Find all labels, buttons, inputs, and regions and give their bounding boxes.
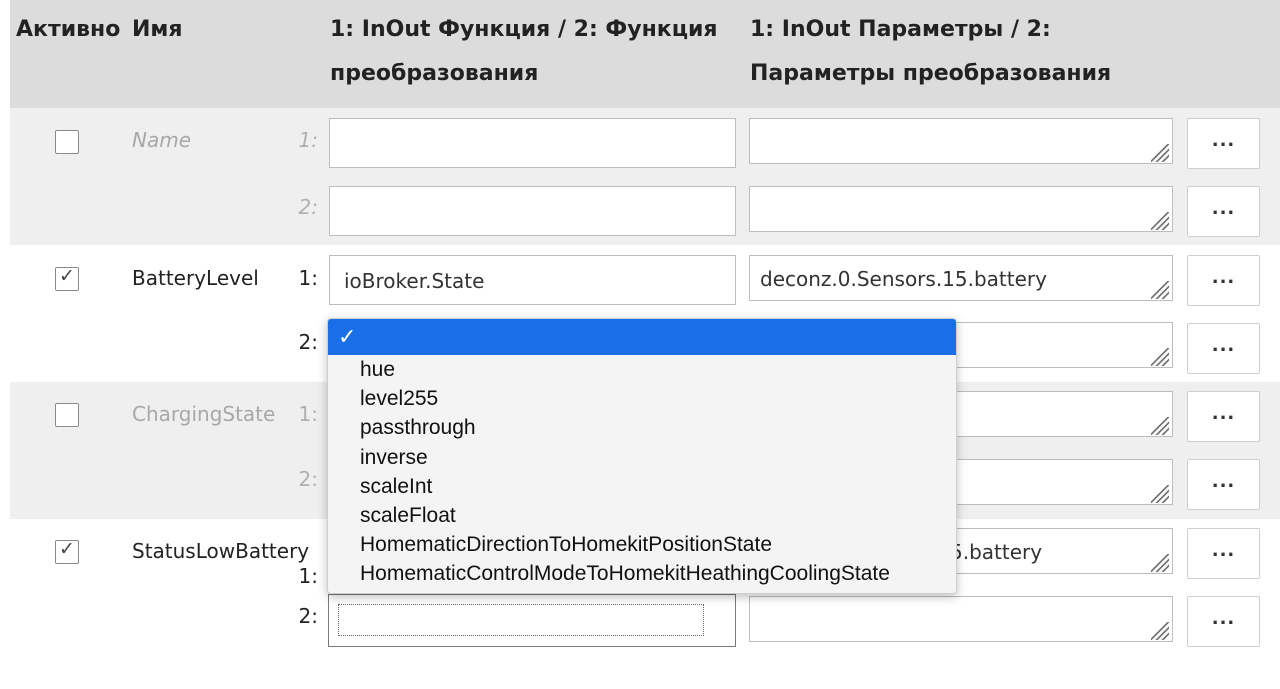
more-button[interactable]: ... (1187, 186, 1260, 237)
more-button[interactable]: ... (1187, 255, 1260, 306)
dropdown-option[interactable]: scaleFloat (328, 501, 956, 530)
more-button[interactable]: ... (1187, 391, 1260, 442)
row-index-2: 2: (298, 195, 318, 219)
function-input-1[interactable] (329, 118, 736, 168)
dropdown-option[interactable]: level255 (328, 384, 956, 413)
focus-ring (338, 604, 704, 636)
params-textarea-2[interactable] (749, 596, 1173, 642)
row-index-2: 2: (298, 604, 318, 628)
resize-grip-icon[interactable] (1151, 485, 1169, 503)
dropdown-option[interactable]: hue (328, 355, 956, 384)
row-name: StatusLowBattery (132, 539, 310, 563)
dropdown-option-empty-selected[interactable]: ✓ (328, 319, 956, 355)
row-name: ChargingState (132, 402, 276, 426)
header-params-line1: 1: InOut Параметры / 2: (750, 17, 1051, 42)
more-button[interactable]: ... (1187, 528, 1260, 579)
active-checkbox[interactable] (55, 538, 79, 564)
resize-grip-icon[interactable] (1151, 348, 1169, 366)
more-button[interactable]: ... (1187, 596, 1260, 647)
header-params-line2: Параметры преобразования (750, 61, 1112, 86)
more-button[interactable]: ... (1187, 323, 1260, 374)
row-name: Name (132, 128, 192, 152)
params-textarea-1[interactable]: deconz.0.Sensors.15.battery (749, 255, 1173, 301)
row-index-1: 1: (298, 128, 318, 152)
resize-grip-icon[interactable] (1151, 622, 1169, 640)
row-index-2: 2: (298, 467, 318, 491)
resize-grip-icon[interactable] (1151, 281, 1169, 299)
function-input-2[interactable] (329, 186, 736, 236)
params-textarea-2[interactable] (749, 186, 1173, 232)
active-checkbox[interactable] (55, 403, 79, 427)
header-function-line1: 1: InOut Функция / 2: Функция (330, 17, 718, 42)
active-checkbox[interactable] (55, 265, 79, 291)
row-index-1: 1: (298, 266, 318, 290)
resize-grip-icon[interactable] (1151, 212, 1169, 230)
dropdown-option[interactable]: scaleInt (328, 472, 956, 501)
active-checkbox[interactable] (55, 130, 79, 154)
function-input-1[interactable]: ioBroker.State (329, 255, 736, 305)
dropdown-option[interactable]: HomematicControlModeToHomekitHeathingCoo… (328, 559, 956, 588)
dropdown-option[interactable]: HomematicDirectionToHomekitPositionState (328, 530, 956, 559)
row-index-2: 2: (298, 330, 318, 354)
more-button[interactable]: ... (1187, 459, 1260, 510)
header-function-line2: преобразования (330, 61, 539, 86)
row-index-1: 1: (298, 402, 318, 426)
function-select-focused[interactable] (328, 594, 736, 647)
row-index-1: 1: (298, 564, 318, 588)
resize-grip-icon[interactable] (1151, 417, 1169, 435)
header-name: Имя (132, 17, 183, 42)
params-textarea-1[interactable] (749, 118, 1173, 164)
header-active: Активно (16, 17, 121, 42)
dropdown-option[interactable]: inverse (328, 443, 956, 472)
more-button[interactable]: ... (1187, 118, 1260, 169)
resize-grip-icon[interactable] (1151, 554, 1169, 572)
row-name: BatteryLevel (132, 266, 259, 290)
resize-grip-icon[interactable] (1151, 144, 1169, 162)
function-dropdown[interactable]: ✓ hue level255 passthrough inverse scale… (327, 318, 957, 594)
dropdown-option[interactable]: passthrough (328, 413, 956, 442)
